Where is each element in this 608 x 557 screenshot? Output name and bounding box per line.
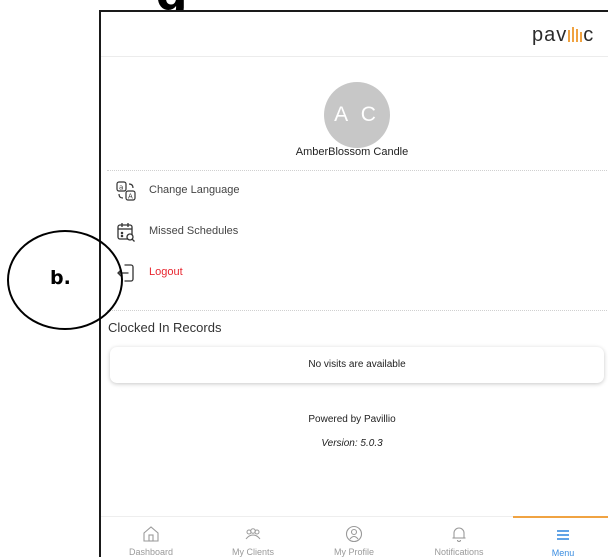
nav-label: My Profile — [333, 547, 374, 557]
annotation-label: b. — [50, 267, 71, 289]
menu-item-label: Logout — [149, 266, 183, 278]
menu-item-label: Change Language — [149, 184, 240, 196]
nav-label: Dashboard — [128, 547, 174, 557]
brand-bars-icon — [567, 25, 583, 42]
bottom-nav: Dashboard My Clients My Profile Notifica… — [101, 516, 608, 557]
nav-label: Notifications — [434, 547, 484, 557]
translate-icon: a A — [115, 180, 137, 202]
menu-item-missed-schedules[interactable]: Missed Schedules — [109, 219, 509, 245]
nav-tab-menu[interactable]: Menu — [513, 516, 608, 557]
nav-tab-dashboard[interactable]: Dashboard — [101, 517, 201, 557]
nav-tab-my-clients[interactable]: My Clients — [203, 517, 303, 557]
hamburger-menu-icon — [554, 526, 572, 544]
clients-icon — [244, 525, 262, 543]
svg-text:a: a — [119, 184, 123, 192]
profile-icon — [345, 525, 363, 543]
svg-text:A: A — [128, 193, 133, 201]
app-header: pav c — [101, 12, 608, 57]
menu-item-change-language[interactable]: a A Change Language — [109, 178, 509, 204]
nav-tab-my-profile[interactable]: My Profile — [304, 517, 404, 557]
powered-by-text: Powered by Pavillio — [308, 414, 396, 425]
home-icon — [142, 525, 160, 543]
brand-logo: pav c — [532, 24, 595, 46]
nav-label: My Clients — [231, 547, 274, 557]
calendar-search-icon — [115, 221, 137, 243]
version-text: Version: 5.0.3 — [321, 438, 383, 449]
nav-tab-notifications[interactable]: Notifications — [409, 517, 509, 557]
avatar: A C — [324, 82, 390, 148]
empty-visits-card: No visits are available — [110, 347, 604, 383]
bell-icon — [450, 525, 468, 543]
menu-item-logout[interactable]: Logout — [109, 260, 509, 286]
menu-item-label: Missed Schedules — [149, 225, 239, 237]
divider — [107, 310, 608, 311]
screenshot-canvas: g pavc A C AmberBlossom Candle a A Chang — [0, 0, 608, 557]
divider — [107, 170, 608, 171]
user-name: AmberBlossom Candle — [295, 146, 409, 158]
clocked-in-records-title: Clocked In Records — [108, 320, 222, 335]
app-screen: pav c A C AmberBlossom Candle a A Change … — [99, 10, 608, 557]
nav-label: Menu — [551, 548, 575, 557]
